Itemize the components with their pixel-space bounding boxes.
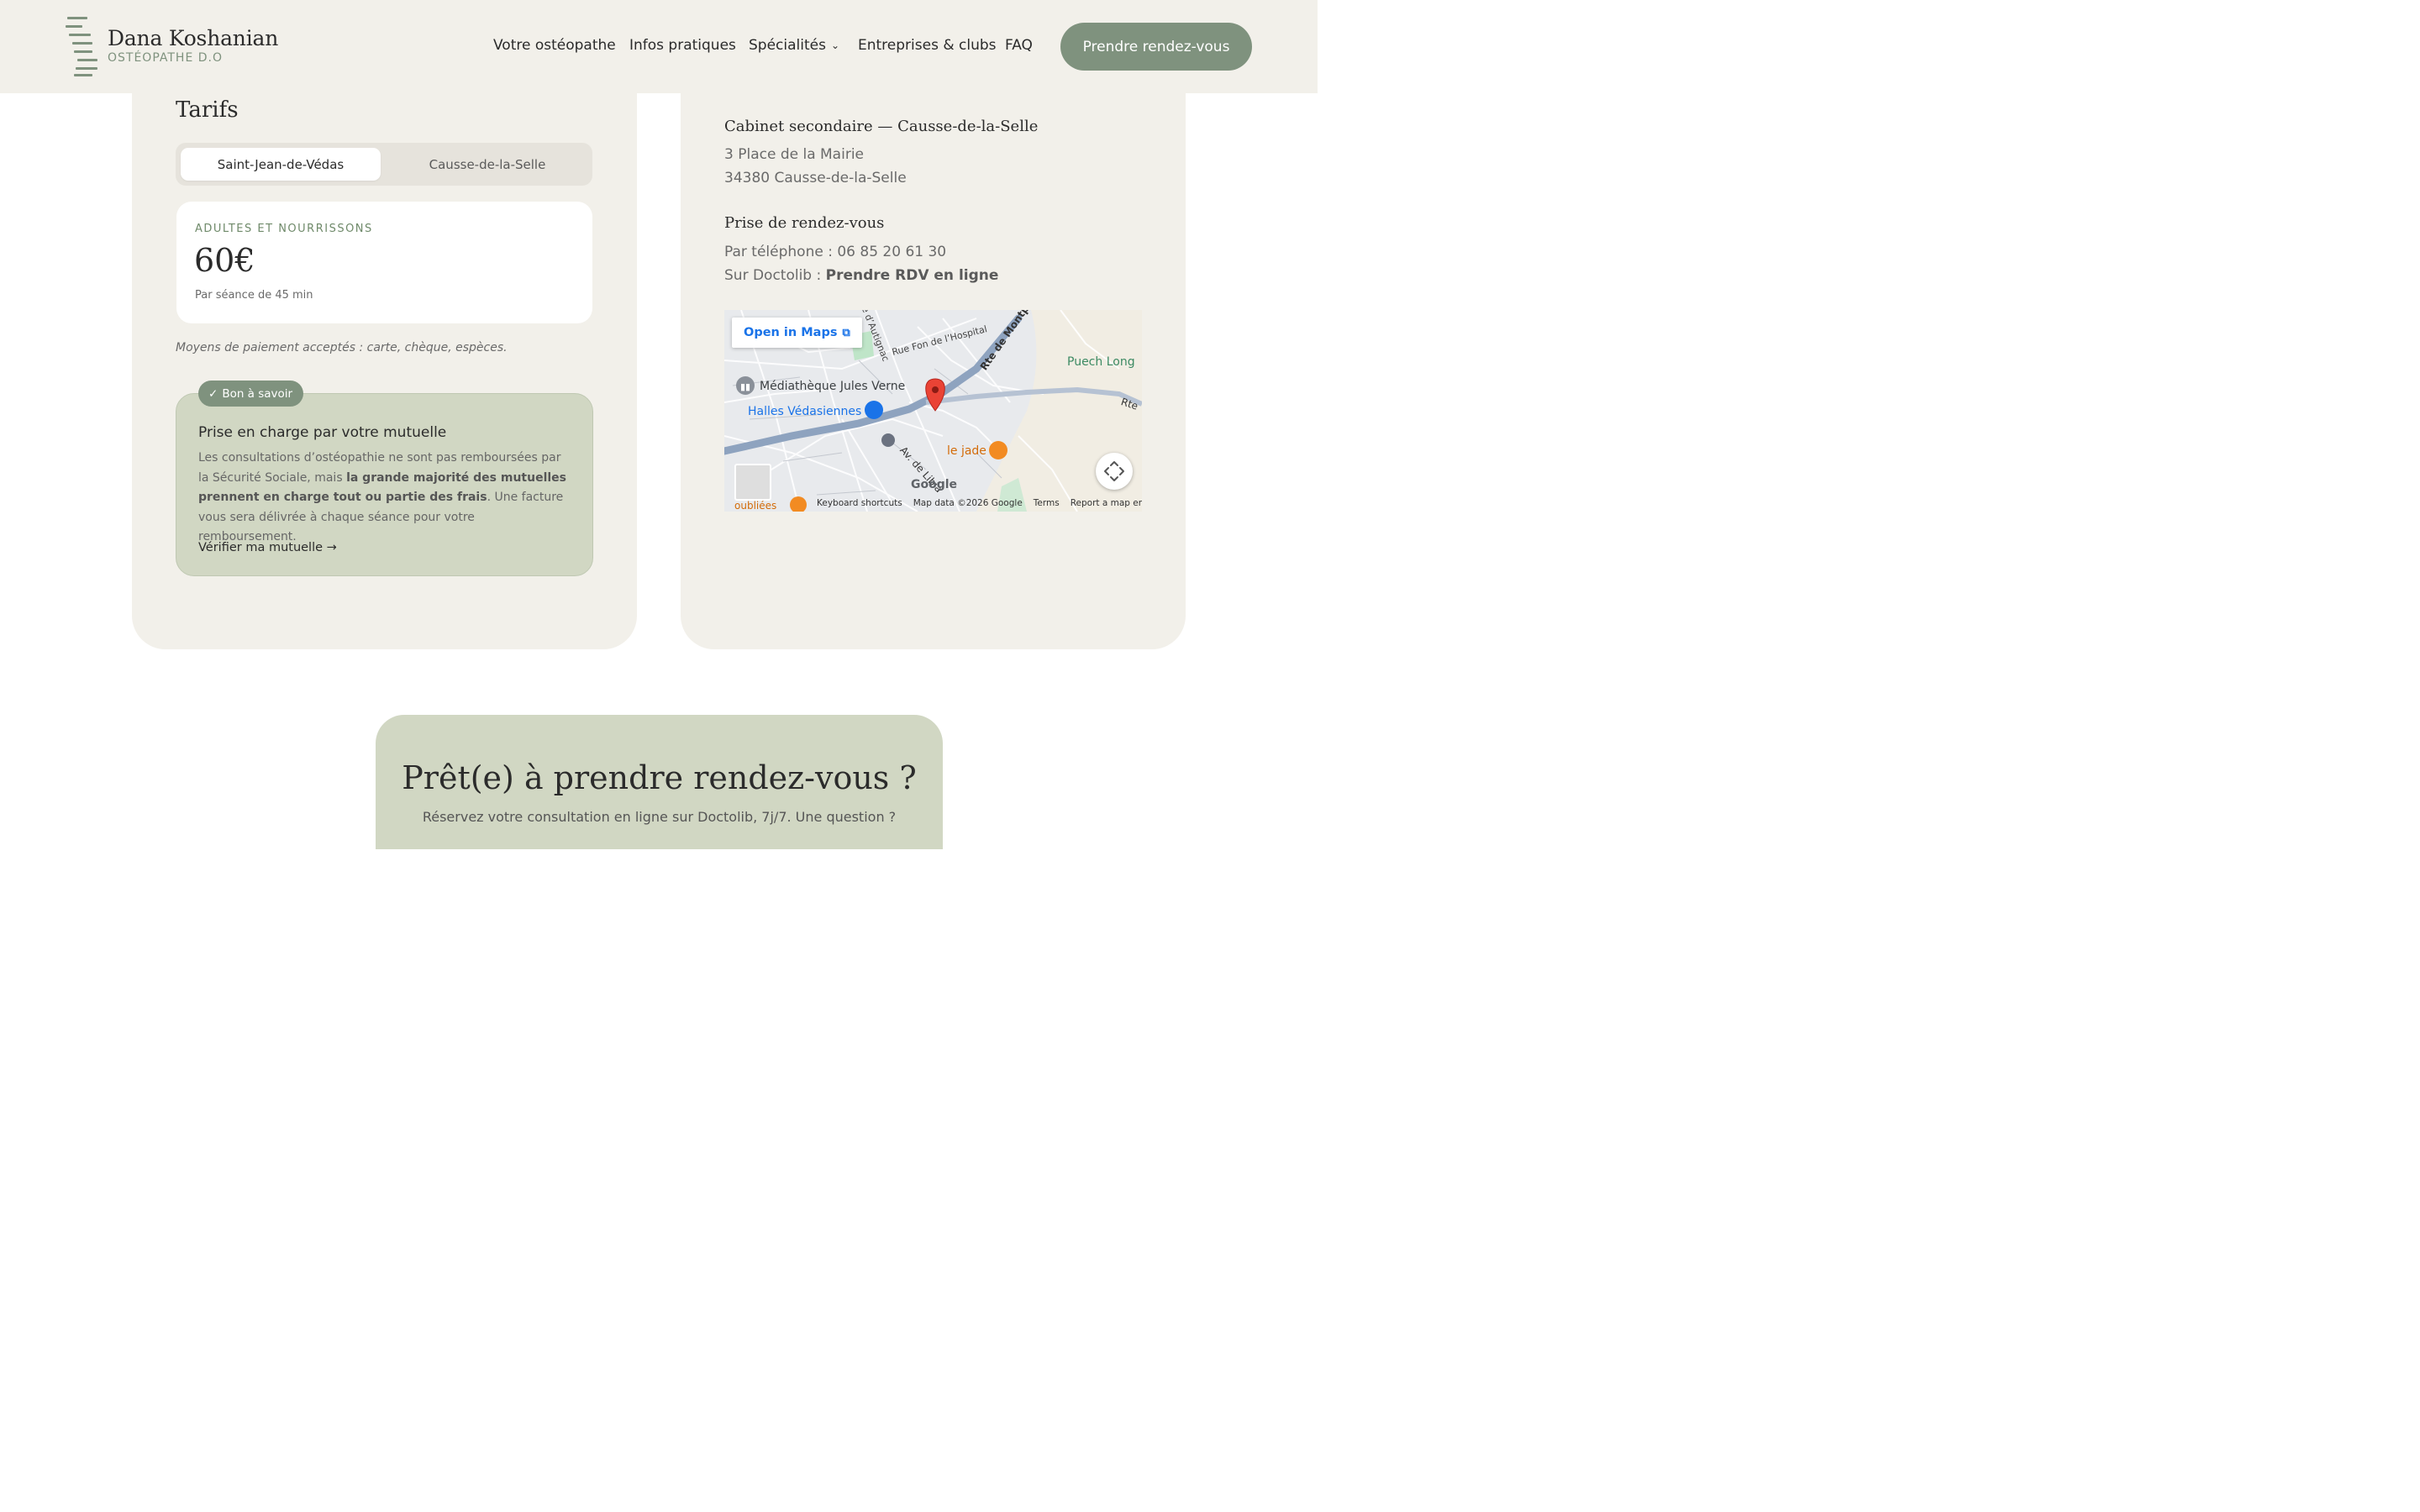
external-link-icon: ⧉ — [842, 326, 850, 339]
google-map[interactable]: ▮▮ Open in Maps ⧉ Médiathèque Jules Vern… — [724, 310, 1142, 512]
map-label-mediatheque[interactable]: Médiathèque Jules Verne — [760, 380, 905, 393]
price-note: Par séance de 45 min — [195, 289, 313, 302]
map-layer-thumbnail[interactable] — [734, 464, 771, 501]
nav-specialites[interactable]: Spécialités ⌄ — [749, 37, 839, 55]
map-keyboard-shortcuts[interactable]: Keyboard shortcuts — [817, 498, 902, 508]
map-label-le-jade[interactable]: le jade — [947, 444, 986, 458]
cta-subtitle: Réservez votre consultation en ligne sur… — [422, 809, 897, 825]
logo-name[interactable]: Dana Koshanian — [108, 26, 278, 50]
info-title: Prise en charge par votre mutuelle — [198, 424, 447, 441]
nav-infos-pratiques[interactable]: Infos pratiques — [629, 37, 736, 55]
doctolib-link[interactable]: Prendre RDV en ligne — [826, 267, 999, 284]
price-card: ADULTES ET NOURRISSONS 60€ Par séance de… — [176, 202, 592, 323]
price-label: ADULTES ET NOURRISSONS — [195, 223, 373, 235]
rdv-phone[interactable]: Par téléphone : 06 85 20 61 30 — [724, 244, 946, 260]
book-appointment-button[interactable]: Prendre rendez-vous — [1060, 23, 1252, 71]
map-pan-control-icon[interactable] — [1096, 453, 1133, 490]
nav-entreprises-clubs[interactable]: Entreprises & clubs — [858, 37, 997, 55]
cta-title: Prêt(e) à prendre rendez-vous ? — [402, 759, 917, 796]
info-badge-label: Bon à savoir — [222, 386, 293, 401]
google-logo: Google — [911, 478, 958, 491]
location-tabs: Saint-Jean-de-Védas Causse-de-la-Selle — [176, 143, 592, 186]
cabinet-address-2: 34380 Causse-de-la-Selle — [724, 170, 907, 186]
open-in-maps-button[interactable]: Open in Maps ⧉ — [732, 318, 862, 348]
appointment-cta-section: Prêt(e) à prendre rendez-vous ? Réservez… — [376, 715, 943, 849]
cabinet-address-1: 3 Place de la Mairie — [724, 146, 864, 163]
map-data-credit: Map data ©2026 Google — [913, 498, 1023, 508]
map-report-error-link[interactable]: Report a map error — [1071, 498, 1142, 508]
chevron-down-icon: ⌄ — [830, 39, 840, 51]
map-footer: Keyboard shortcuts Map data ©2026 Google… — [817, 498, 1142, 508]
nav-specialites-label: Spécialités — [749, 37, 826, 54]
check-mutuelle-link[interactable]: Vérifier ma mutuelle → — [198, 541, 337, 554]
info-text: Les consultations d’ostéopathie ne sont … — [198, 449, 573, 548]
check-icon: ✓ — [208, 386, 218, 401]
tab-causse-de-la-selle[interactable]: Causse-de-la-Selle — [387, 148, 587, 181]
nav-faq[interactable]: FAQ — [1005, 37, 1033, 55]
rdv-title: Prise de rendez-vous — [724, 214, 885, 232]
cabinet-title: Cabinet secondaire — Causse-de-la-Selle — [724, 118, 1039, 135]
map-label-halles[interactable]: Halles Védasiennes — [748, 405, 861, 418]
open-in-maps-label: Open in Maps — [744, 326, 838, 339]
map-label-puech-long: Puech Long — [1067, 355, 1135, 369]
rdv-doctolib-prefix: Sur Doctolib : — [724, 267, 826, 284]
tarifs-title: Tarifs — [176, 97, 239, 123]
svg-text:▮▮: ▮▮ — [740, 381, 750, 392]
map-label-oubliees: oubliées — [734, 500, 777, 512]
site-header: Dana Koshanian OSTÉOPATHE D.O Votre osté… — [0, 0, 1318, 93]
logo-icon[interactable] — [66, 17, 99, 77]
price-value: 60€ — [194, 242, 255, 279]
payment-methods: Moyens de paiement acceptés : carte, chè… — [176, 341, 508, 354]
rdv-doctolib: Sur Doctolib : Prendre RDV en ligne — [724, 267, 998, 284]
nav-votre-osteopathe[interactable]: Votre ostéopathe — [493, 37, 616, 55]
tab-saint-jean-de-vedas[interactable]: Saint-Jean-de-Védas — [181, 148, 381, 181]
logo-subtitle: OSTÉOPATHE D.O — [108, 51, 223, 65]
map-terms-link[interactable]: Terms — [1034, 498, 1060, 508]
info-badge: ✓ Bon à savoir — [198, 381, 304, 407]
